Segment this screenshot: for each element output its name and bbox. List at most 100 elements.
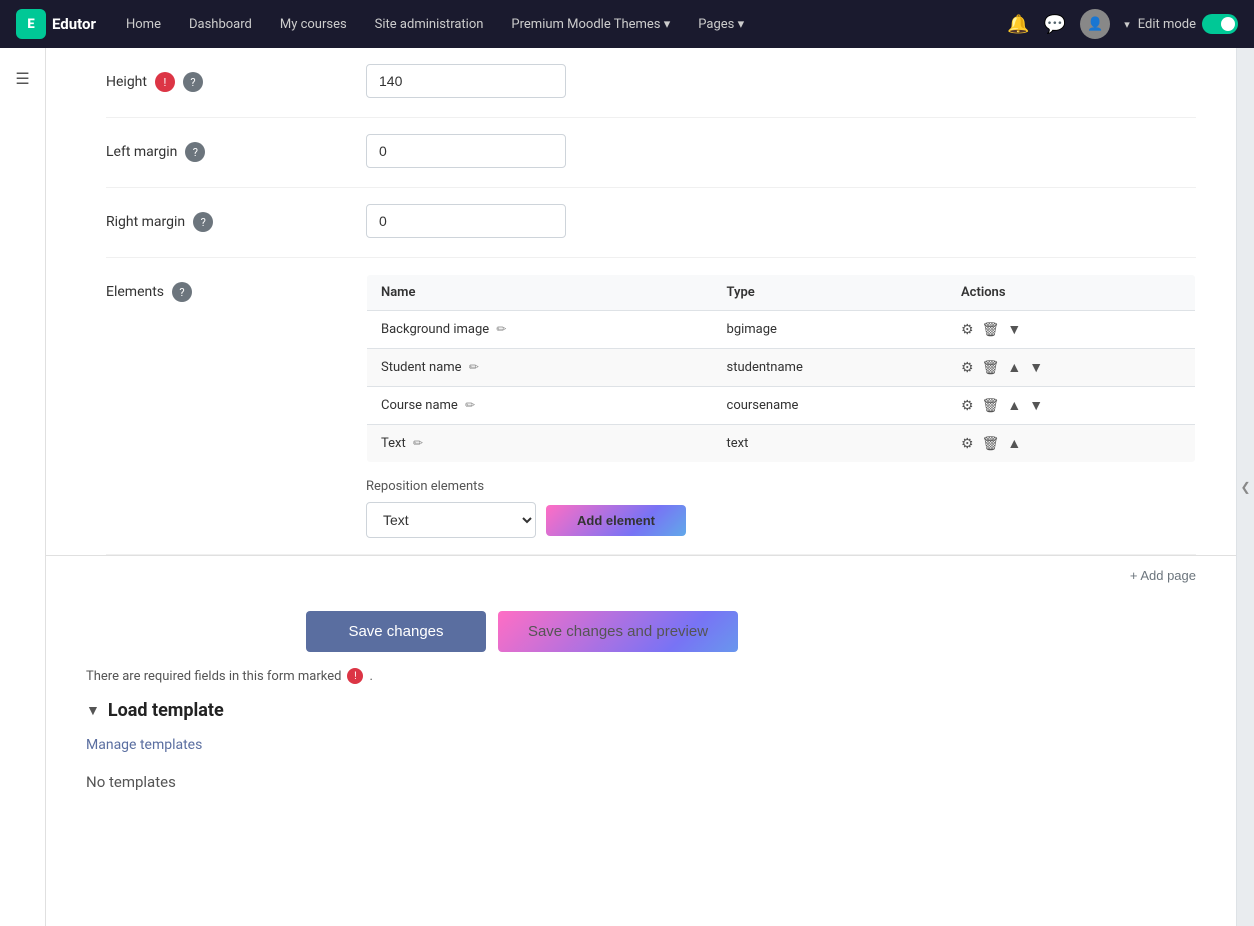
messages-icon[interactable]: 💬 (1044, 14, 1066, 35)
element-name: Course name (381, 398, 458, 413)
nav-home[interactable]: Home (116, 17, 171, 32)
col-name: Name (367, 275, 713, 311)
elements-help-icon[interactable]: ? (172, 282, 192, 302)
elements-control: Name Type Actions Background image ✏ bgi… (366, 274, 1196, 538)
move-up-icon[interactable]: ▲ (1007, 435, 1021, 452)
edit-name-icon[interactable]: ✏ (465, 398, 475, 412)
edit-name-icon[interactable]: ✏ (413, 436, 423, 450)
load-template-section: ▼ Load template Manage templates No temp… (46, 700, 1236, 839)
logo-text: Edutor (52, 15, 96, 33)
edit-mode-switch[interactable] (1202, 14, 1238, 34)
load-template-title: Load template (108, 700, 224, 721)
move-down-icon[interactable]: ▼ (1029, 397, 1043, 414)
left-margin-control (366, 134, 1196, 168)
move-down-icon[interactable]: ▼ (1007, 321, 1021, 338)
save-buttons-row: Save changes Save changes and preview (46, 595, 1236, 660)
element-name: Text (381, 436, 406, 451)
table-row: Student name ✏ studentname ⚙ 🗑 ▲ ▼ (367, 349, 1196, 387)
elements-table: Name Type Actions Background image ✏ bgi… (366, 274, 1196, 463)
edit-mode-toggle[interactable]: Edit mode (1138, 14, 1238, 34)
reposition-row: TextBackground imageStudent nameCourse n… (366, 502, 1196, 538)
element-type-cell: studentname (713, 349, 947, 387)
settings-icon[interactable]: ⚙ (961, 398, 974, 414)
no-templates-text: No templates (86, 765, 1196, 799)
left-margin-label-wrap: Left margin ? (106, 134, 366, 162)
collapse-icon: ▼ (86, 702, 100, 719)
right-margin-label-wrap: Right margin ? (106, 204, 366, 232)
delete-icon[interactable]: 🗑 (982, 398, 1000, 414)
notifications-icon[interactable]: 🔔 (1007, 14, 1029, 35)
delete-icon[interactable]: 🗑 (982, 360, 1000, 376)
table-row: Background image ✏ bgimage ⚙ 🗑 ▼ (367, 311, 1196, 349)
elements-label: Elements (106, 284, 164, 300)
logo[interactable]: E Edutor (16, 9, 96, 39)
add-page-row: + Add page (46, 556, 1236, 595)
sidebar-left: ☰ (0, 48, 46, 926)
move-up-icon[interactable]: ▲ (1007, 397, 1021, 414)
sidebar-menu-icon[interactable]: ☰ (5, 60, 41, 96)
element-actions-cell: ⚙ 🗑 ▼ (947, 311, 1196, 349)
element-type-cell: text (713, 425, 947, 463)
sidebar-right[interactable]: ❮ (1236, 48, 1254, 926)
element-actions-cell: ⚙ 🗑 ▲ ▼ (947, 349, 1196, 387)
delete-icon[interactable]: 🗑 (982, 436, 1000, 452)
reposition-label: Reposition elements (366, 479, 1196, 494)
height-label-wrap: Height ! ? (106, 64, 366, 92)
top-navigation: E Edutor Home Dashboard My courses Site … (0, 0, 1254, 48)
required-notice: There are required fields in this form m… (46, 660, 1236, 700)
elements-row: Elements ? Name Type Actions (106, 258, 1196, 555)
right-margin-help-icon[interactable]: ? (193, 212, 213, 232)
right-margin-input[interactable] (366, 204, 566, 238)
table-row: Course name ✏ coursename ⚙ 🗑 ▲ ▼ (367, 387, 1196, 425)
nav-pages[interactable]: Pages (688, 17, 754, 32)
edit-name-icon[interactable]: ✏ (469, 360, 479, 374)
height-help-icon[interactable]: ? (183, 72, 203, 92)
settings-icon[interactable]: ⚙ (961, 360, 974, 376)
delete-icon[interactable]: 🗑 (982, 322, 1000, 338)
user-menu-chevron[interactable]: ▾ (1124, 18, 1130, 31)
left-margin-input[interactable] (366, 134, 566, 168)
nav-my-courses[interactable]: My courses (270, 17, 357, 32)
element-actions-cell: ⚙ 🗑 ▲ ▼ (947, 387, 1196, 425)
col-type: Type (713, 275, 947, 311)
elements-label-wrap: Elements ? (106, 274, 366, 302)
element-type-select[interactable]: TextBackground imageStudent nameCourse n… (366, 502, 536, 538)
settings-icon[interactable]: ⚙ (961, 322, 974, 338)
left-margin-help-icon[interactable]: ? (185, 142, 205, 162)
height-error-icon: ! (155, 72, 175, 92)
move-up-icon[interactable]: ▲ (1007, 359, 1021, 376)
element-actions-cell: ⚙ 🗑 ▲ (947, 425, 1196, 463)
nav-site-admin[interactable]: Site administration (365, 17, 494, 32)
element-name-cell: Background image ✏ (367, 311, 713, 349)
save-button[interactable]: Save changes (306, 611, 486, 652)
required-icon: ! (347, 668, 363, 684)
logo-icon: E (16, 9, 46, 39)
form-section: Height ! ? Left margin ? (46, 48, 1236, 555)
edit-mode-label: Edit mode (1138, 17, 1196, 32)
required-notice-text: There are required fields in this form m… (86, 669, 341, 684)
right-margin-row: Right margin ? (106, 188, 1196, 258)
element-name: Background image (381, 322, 489, 337)
height-label: Height (106, 74, 147, 90)
height-control (366, 64, 1196, 98)
col-actions: Actions (947, 275, 1196, 311)
settings-icon[interactable]: ⚙ (961, 436, 974, 452)
right-margin-control (366, 204, 1196, 238)
add-element-button[interactable]: Add element (546, 505, 686, 536)
save-preview-button[interactable]: Save changes and preview (498, 611, 738, 652)
add-page-button[interactable]: + Add page (1130, 568, 1196, 583)
required-notice-end: . (369, 669, 372, 684)
nav-premium-themes[interactable]: Premium Moodle Themes (501, 17, 680, 32)
manage-templates-link[interactable]: Manage templates (86, 737, 1196, 753)
sidebar-right-arrow-icon: ❮ (1240, 480, 1250, 494)
element-type-cell: bgimage (713, 311, 947, 349)
nav-dashboard[interactable]: Dashboard (179, 17, 262, 32)
element-type-cell: coursename (713, 387, 947, 425)
left-margin-row: Left margin ? (106, 118, 1196, 188)
move-down-icon[interactable]: ▼ (1029, 359, 1043, 376)
load-template-header[interactable]: ▼ Load template (86, 700, 1196, 721)
nav-icons: 🔔 💬 👤 ▾ (1007, 9, 1129, 39)
user-avatar[interactable]: 👤 (1080, 9, 1110, 39)
height-input[interactable] (366, 64, 566, 98)
edit-name-icon[interactable]: ✏ (496, 322, 506, 336)
